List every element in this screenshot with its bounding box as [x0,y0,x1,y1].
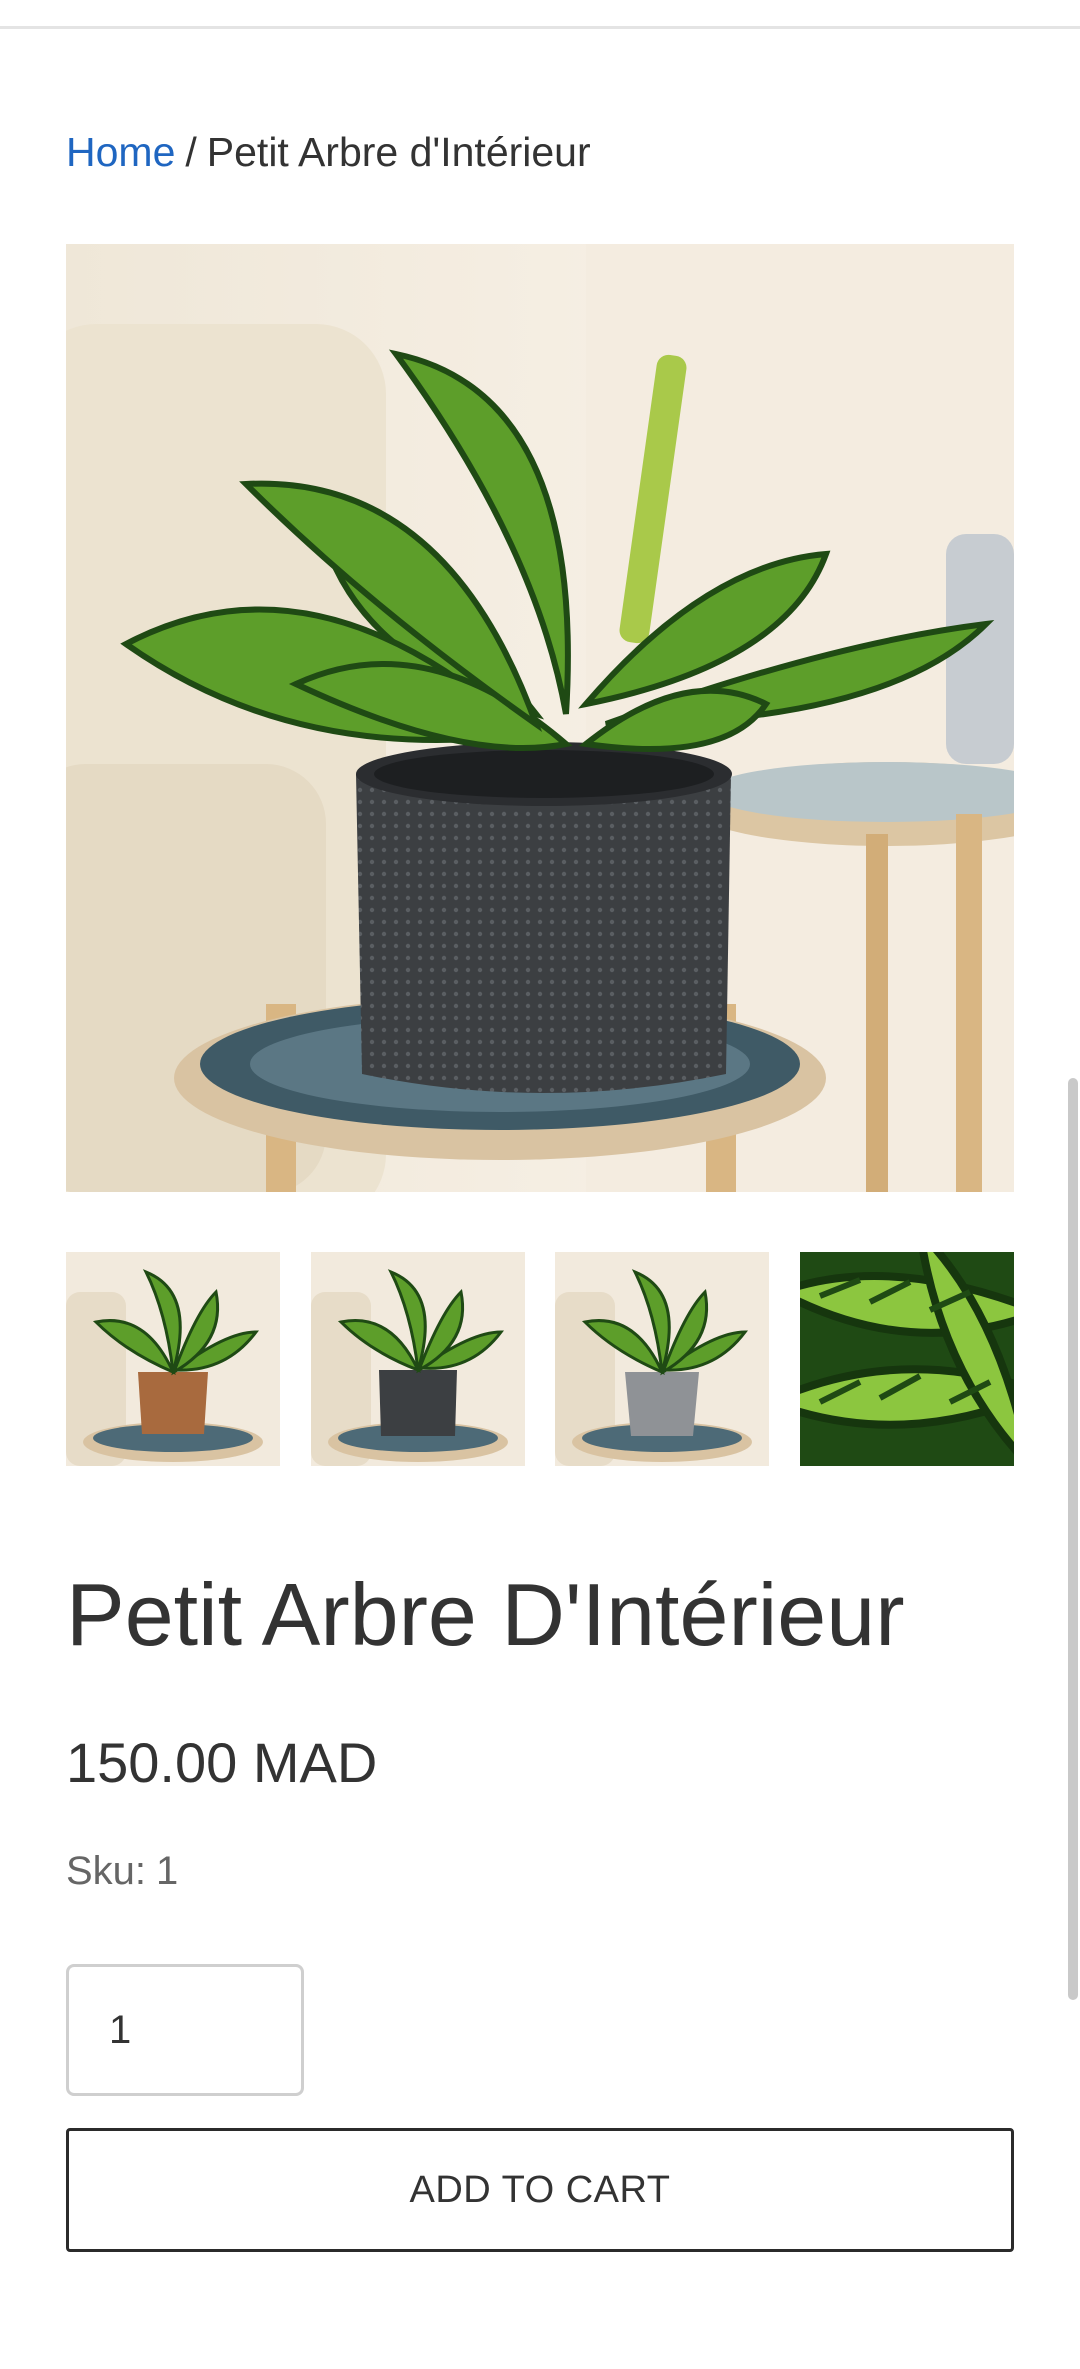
product-price: 150.00 MAD [66,1731,378,1794]
breadcrumb-current: Petit Arbre d'Intérieur [206,129,591,175]
thumbnail-grey-pot[interactable] [555,1252,769,1466]
sku-label: Sku: [66,1849,147,1893]
product-title: Petit Arbre D'Intérieur [66,1565,905,1664]
scrollbar-thumb[interactable] [1068,1078,1078,2000]
breadcrumb-separator: / [185,129,197,175]
product-main-image[interactable] [66,244,1014,1192]
header-divider [0,26,1080,29]
thumbnail-black-pot[interactable] [311,1252,525,1466]
product-sku: Sku: 1 [66,1846,178,1896]
add-to-cart-button[interactable]: ADD TO CART [66,2128,1014,2252]
breadcrumb-home-link[interactable]: Home [66,129,175,175]
sku-value: 1 [156,1849,179,1893]
thumbnail-terracotta-pot[interactable] [66,1252,280,1466]
breadcrumb: Home / Petit Arbre d'Intérieur [66,124,591,180]
thumbnail-leaf-closeup[interactable] [800,1252,1014,1466]
thumbnail-strip [66,1252,1014,1466]
quantity-input[interactable] [66,1964,304,2096]
